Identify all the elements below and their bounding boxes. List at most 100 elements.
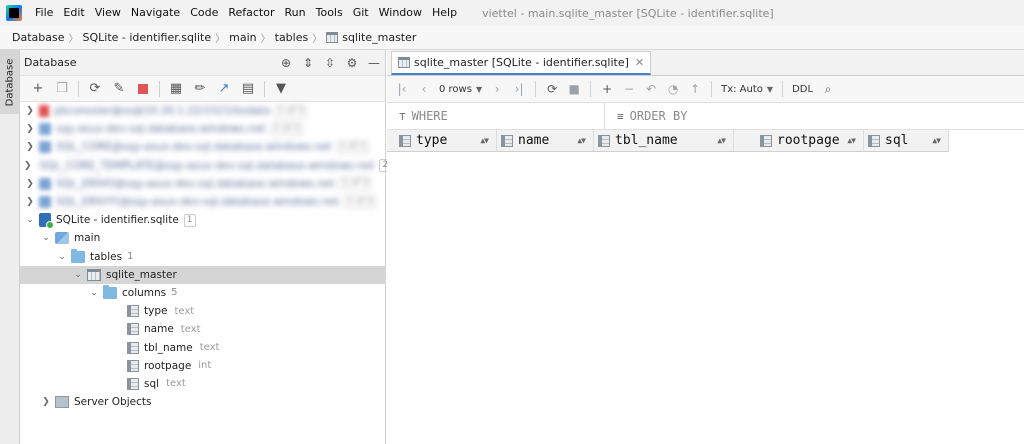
- stop-icon[interactable]: ■: [563, 78, 585, 100]
- breadcrumb-database[interactable]: Database: [12, 31, 65, 44]
- sort-arrows-icon[interactable]: ▲▼: [577, 136, 586, 145]
- tree-item-main[interactable]: ⌄ main: [20, 229, 386, 247]
- tree-item-sqlite[interactable]: ⌄ SQLite - identifier.sqlite 1: [20, 211, 386, 230]
- tree-item-columns[interactable]: ⌄ columns 5: [20, 284, 386, 302]
- sort-arrows-icon[interactable]: ▲▼: [847, 136, 856, 145]
- submit-icon[interactable]: ↑: [684, 78, 706, 100]
- chevron-right-icon[interactable]: ❯: [24, 197, 36, 207]
- chevron-right-icon[interactable]: ❯: [40, 397, 52, 407]
- last-page-icon[interactable]: ›|: [508, 78, 530, 100]
- tree-item-label: SQL_CORE@sqy-asux-dev-sql.database.windo…: [56, 141, 332, 154]
- sort-arrows-icon[interactable]: ▲▼: [480, 136, 489, 145]
- locate-icon[interactable]: ⊕: [275, 56, 297, 70]
- preview-icon[interactable]: ◔: [662, 78, 684, 100]
- grid-header: type ▲▼ name ▲▼ tbl_name ▲▼ rootpage ▲▼ …: [387, 130, 949, 152]
- edit-icon[interactable]: ✏: [188, 78, 212, 100]
- breadcrumb-sqlite-master[interactable]: sqlite_master: [326, 31, 416, 44]
- chevron-right-icon[interactable]: ❯: [24, 142, 36, 152]
- chevron-right-icon[interactable]: ❯: [24, 124, 36, 134]
- menu-file[interactable]: File: [30, 0, 58, 26]
- grid-column-header-name[interactable]: name ▲▼: [497, 130, 594, 151]
- chevron-down-icon[interactable]: ⌄: [72, 270, 84, 280]
- database-tool-tab[interactable]: Database: [0, 50, 19, 114]
- chevron-right-icon[interactable]: ❯: [24, 179, 36, 189]
- menu-edit[interactable]: Edit: [58, 0, 89, 26]
- copy-icon[interactable]: ❐: [50, 78, 74, 100]
- menu-help[interactable]: Help: [427, 0, 462, 26]
- chevron-down-icon[interactable]: ⌄: [40, 233, 52, 243]
- revert-icon[interactable]: ↶: [640, 78, 662, 100]
- menu-view[interactable]: View: [90, 0, 126, 26]
- sort-arrows-icon[interactable]: ▲▼: [932, 136, 941, 145]
- menu-tools[interactable]: Tools: [311, 0, 348, 26]
- tree-item-sqlite-master[interactable]: ⌄ sqlite_master: [20, 265, 386, 284]
- tree-item-datasource[interactable]: ❯ sqy-asux-dev-sql.database.windows.net …: [20, 120, 386, 138]
- breadcrumb-tables[interactable]: tables: [275, 31, 309, 44]
- tree-item-server-objects[interactable]: ❯ Server Objects: [20, 393, 386, 411]
- tx-mode-dropdown[interactable]: Tx: Auto ▼: [717, 84, 777, 95]
- stop-icon[interactable]: [131, 78, 155, 100]
- chevron-right-icon[interactable]: ❯: [24, 106, 36, 116]
- jump-icon[interactable]: ↗: [212, 78, 236, 100]
- grid-column-header-type[interactable]: type ▲▼: [387, 130, 497, 151]
- tree-item-column[interactable]: type text: [20, 302, 386, 320]
- tree-item-datasource[interactable]: ❯ SQL_ERIVO@sqy-asux-dev-sql.database.wi…: [20, 175, 386, 193]
- console-icon[interactable]: ▤: [236, 78, 260, 100]
- collapse-all-icon[interactable]: ⇳: [319, 56, 341, 70]
- chevron-right-icon[interactable]: ❯: [24, 161, 32, 171]
- chevron-down-icon[interactable]: ⌄: [88, 288, 100, 298]
- filter-icon[interactable]: ▼: [269, 78, 293, 100]
- chevron-down-icon[interactable]: ⌄: [24, 215, 36, 225]
- gear-icon[interactable]: ⚙: [341, 56, 363, 70]
- tree-item-label: columns: [122, 286, 167, 299]
- tree-item-column[interactable]: name text: [20, 320, 386, 338]
- menu-run[interactable]: Run: [280, 0, 311, 26]
- menu-bar: File Edit View Navigate Code Refactor Ru…: [0, 0, 1024, 26]
- tree-item-datasource[interactable]: ❯ SQL_ERIVYY@sqy-asux-dev-sql.database.w…: [20, 193, 386, 211]
- expand-all-icon[interactable]: ⇕: [297, 56, 319, 70]
- grid-column-header-tbl-name[interactable]: tbl_name ▲▼: [594, 130, 734, 151]
- menu-code[interactable]: Code: [185, 0, 223, 26]
- menu-git[interactable]: Git: [348, 0, 374, 26]
- refresh-icon[interactable]: ⟳: [541, 78, 563, 100]
- rows-count-dropdown[interactable]: 0 rows ▼: [435, 84, 486, 95]
- grid-column-label: tbl_name: [615, 133, 678, 148]
- grid-column-header-sql[interactable]: sql ▲▼: [864, 130, 949, 151]
- menu-navigate[interactable]: Navigate: [126, 0, 185, 26]
- add-icon[interactable]: +: [26, 78, 50, 100]
- sort-arrows-icon[interactable]: ▲▼: [717, 136, 726, 145]
- search-icon[interactable]: ⌕: [817, 78, 839, 100]
- tree-item-tables[interactable]: ⌄ tables 1: [20, 248, 386, 266]
- close-icon[interactable]: ✕: [635, 56, 644, 69]
- breadcrumb-sqlite[interactable]: SQLite - identifier.sqlite: [83, 31, 212, 44]
- menu-window[interactable]: Window: [374, 0, 427, 26]
- tab-sqlite-master[interactable]: sqlite_master [SQLite - identifier.sqlit…: [391, 51, 652, 75]
- database-toolbar: + ❐ ⟳ ✎ ▦ ✏ ↗ ▤ ▼: [20, 76, 385, 102]
- tree-item-column[interactable]: sql text: [20, 375, 386, 393]
- breadcrumb-main[interactable]: main: [229, 31, 256, 44]
- refresh-icon[interactable]: ⟳: [83, 78, 107, 100]
- toolbar-divider: [711, 81, 713, 97]
- first-page-icon[interactable]: |‹: [391, 78, 413, 100]
- tree-item-datasource[interactable]: ❯ SQL_CORE_TEMPLATE@sqy-asux-dev-sql.dat…: [20, 157, 392, 175]
- ddl-button[interactable]: DDL: [788, 84, 817, 95]
- order-by-input[interactable]: ≡ ORDER BY: [605, 103, 1024, 129]
- minimize-icon[interactable]: —: [363, 56, 385, 70]
- next-page-icon[interactable]: ›: [486, 78, 508, 100]
- tool-window-stripe: Database: [0, 50, 20, 444]
- add-row-icon[interactable]: +: [596, 78, 618, 100]
- app-logo-icon: [6, 5, 22, 21]
- tree-item-label: SQLite - identifier.sqlite: [56, 214, 179, 227]
- tree-item-datasource[interactable]: ❯ SQL_CORE@sqy-asux-dev-sql.database.win…: [20, 138, 386, 156]
- edit-schema-icon[interactable]: ✎: [107, 78, 131, 100]
- tree-item-column[interactable]: tbl_name text: [20, 338, 386, 356]
- table-view-icon[interactable]: ▦: [164, 78, 188, 100]
- chevron-down-icon[interactable]: ⌄: [56, 252, 68, 262]
- menu-refactor[interactable]: Refactor: [223, 0, 279, 26]
- tree-item-datasource[interactable]: ❯ pbconsoler@ss@10.30.1.22/1521/bsdata 1…: [20, 102, 386, 120]
- tree-item-column[interactable]: rootpage int: [20, 357, 386, 375]
- grid-column-header-rootpage[interactable]: rootpage ▲▼: [734, 130, 864, 151]
- where-filter-input[interactable]: ⊤ WHERE: [387, 103, 605, 129]
- delete-row-icon[interactable]: −: [618, 78, 640, 100]
- previous-page-icon[interactable]: ‹: [413, 78, 435, 100]
